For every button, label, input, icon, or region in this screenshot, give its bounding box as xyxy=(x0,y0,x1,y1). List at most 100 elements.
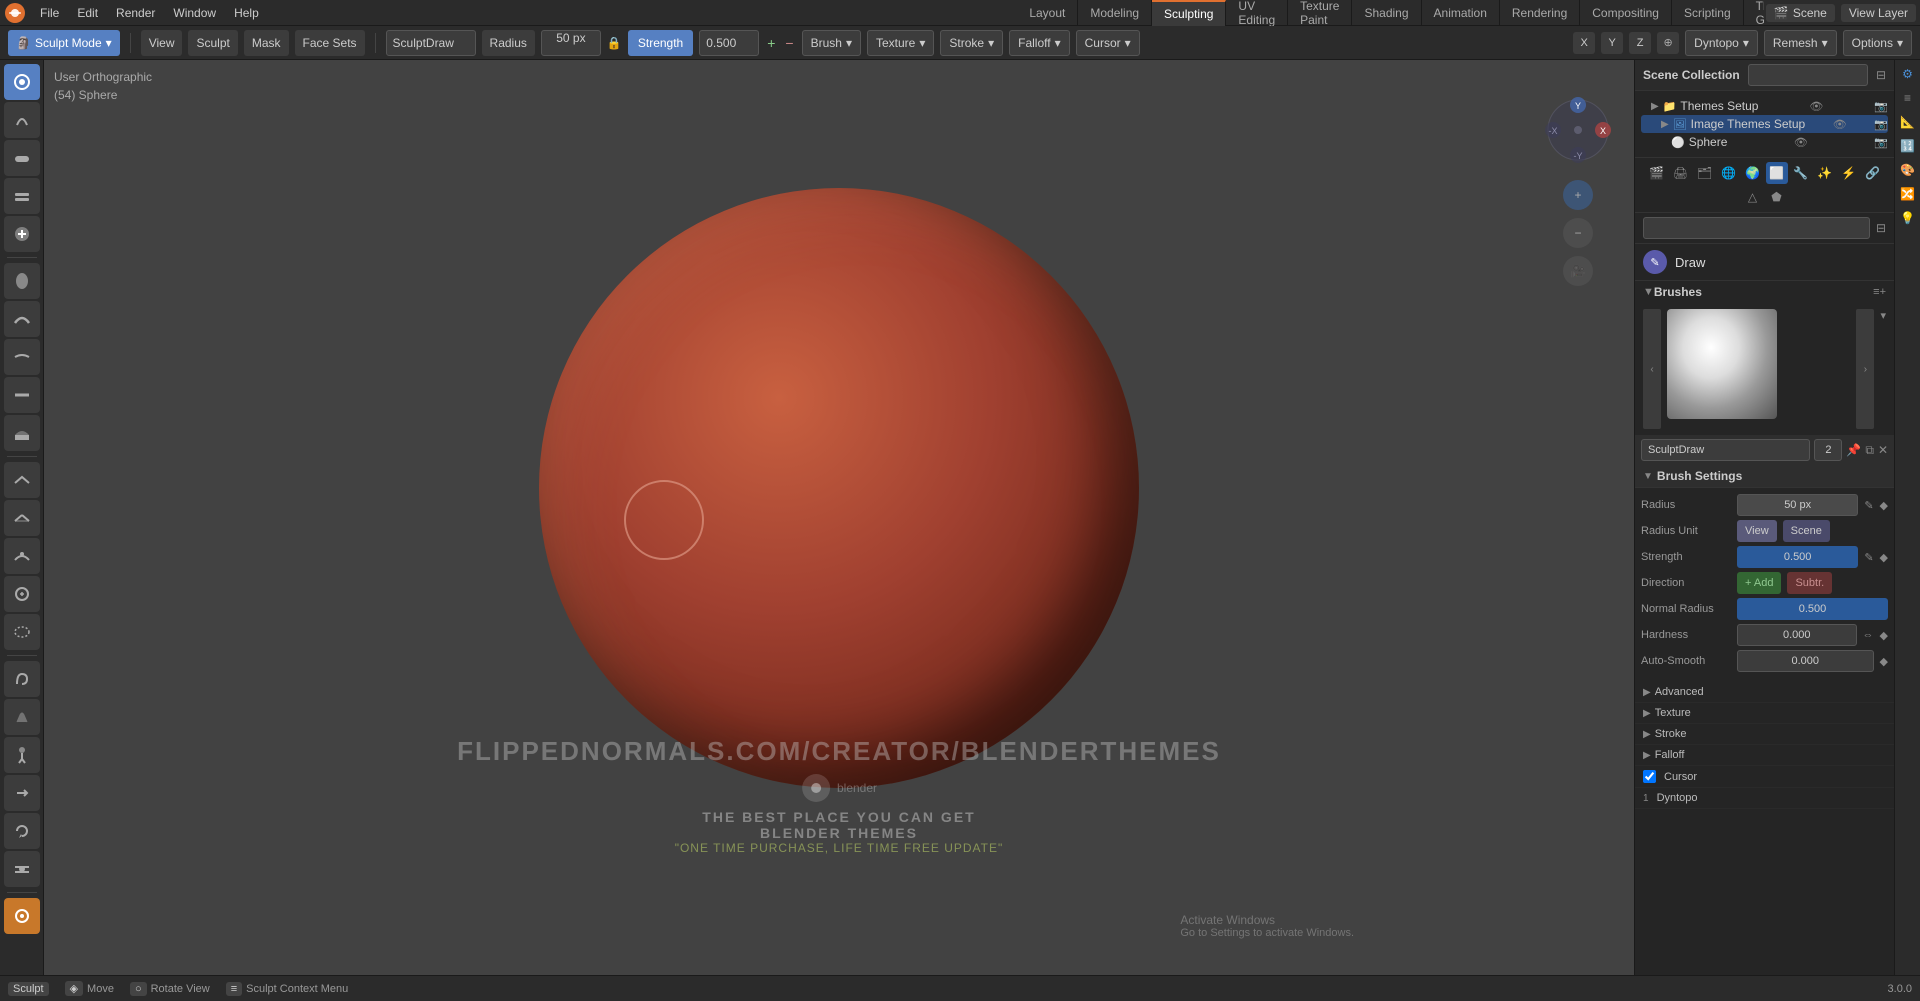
brush-pin-icon[interactable]: 📌 xyxy=(1846,443,1861,457)
render-props-icon[interactable]: 🎬 xyxy=(1646,162,1668,184)
direction-add-button[interactable]: + Add xyxy=(1737,572,1781,594)
hardness-value[interactable]: 0.000 xyxy=(1737,624,1857,646)
brushes-add-icon[interactable]: + xyxy=(1880,286,1886,298)
brushes-section-header[interactable]: ▼ Brushes ≡ + xyxy=(1635,281,1894,303)
texture-dropdown[interactable]: Texture ▾ xyxy=(867,30,934,56)
mode-selector[interactable]: 🗿 Sculpt Mode ▾ xyxy=(8,30,120,56)
hardness-keyframe-icon[interactable]: ◆ xyxy=(1880,629,1888,642)
strength-value[interactable]: 0.500 xyxy=(699,30,759,56)
view-button[interactable]: View xyxy=(141,30,183,56)
camera-icon-3[interactable]: 📷 xyxy=(1874,136,1888,149)
inflate-tool[interactable] xyxy=(4,216,40,252)
scene-tree-item-sphere[interactable]: ⚪ Sphere 👁 📷 xyxy=(1641,133,1888,151)
properties-icon-5[interactable]: 🎨 xyxy=(1898,160,1918,180)
properties-icon-7[interactable]: 💡 xyxy=(1898,208,1918,228)
crease-tool[interactable] xyxy=(4,301,40,337)
pinch-tool[interactable] xyxy=(4,538,40,574)
brush-copy-icon[interactable]: ⧉ xyxy=(1865,443,1874,458)
tab-shading[interactable]: Shading xyxy=(1352,0,1421,26)
strength-sub-icon[interactable]: − xyxy=(783,35,795,51)
menu-file[interactable]: File xyxy=(32,4,67,22)
stroke-section[interactable]: ▶ Stroke xyxy=(1635,724,1894,745)
modifier-props-icon[interactable]: 🔧 xyxy=(1790,162,1812,184)
tab-rendering[interactable]: Rendering xyxy=(1500,0,1580,26)
menu-window[interactable]: Window xyxy=(165,4,224,22)
properties-icon-2[interactable]: ≡ xyxy=(1898,88,1918,108)
properties-icon-3[interactable]: 📐 xyxy=(1898,112,1918,132)
hardness-flip-icon[interactable]: ⇔ xyxy=(1863,629,1874,641)
blob-tool[interactable] xyxy=(4,263,40,299)
camera-view-button[interactable]: 🎥 xyxy=(1563,256,1593,286)
brush-dropdown[interactable]: Brush ▾ xyxy=(802,30,861,56)
multiplane-scrape-tool[interactable] xyxy=(4,500,40,536)
brush-next-button[interactable]: › xyxy=(1856,309,1874,429)
properties-icon-6[interactable]: 🔀 xyxy=(1898,184,1918,204)
auto-smooth-value[interactable]: 0.000 xyxy=(1737,650,1874,672)
radius-edit-icon[interactable]: ✎ xyxy=(1864,499,1873,512)
world-props-icon[interactable]: 🌍 xyxy=(1742,162,1764,184)
tab-animation[interactable]: Animation xyxy=(1422,0,1500,26)
properties-icon-4[interactable]: 🔢 xyxy=(1898,136,1918,156)
physics-props-icon[interactable]: ⚡ xyxy=(1838,162,1860,184)
tab-compositing[interactable]: Compositing xyxy=(1580,0,1672,26)
brush-delete-icon[interactable]: ✕ xyxy=(1878,443,1888,457)
stroke-dropdown[interactable]: Stroke ▾ xyxy=(940,30,1003,56)
thumb-tool[interactable] xyxy=(4,699,40,735)
brush-settings-section[interactable]: ▼ Brush Settings xyxy=(1635,465,1894,488)
zoom-in-button[interactable]: + xyxy=(1563,180,1593,210)
draw-tool[interactable] xyxy=(4,64,40,100)
zoom-out-button[interactable]: − xyxy=(1563,218,1593,248)
outliner-search-input[interactable] xyxy=(1748,64,1868,86)
radius-unit-scene-button[interactable]: Scene xyxy=(1783,520,1830,542)
radius-label-button[interactable]: Radius xyxy=(482,30,535,56)
nudge-tool[interactable] xyxy=(4,775,40,811)
axis-z-btn[interactable]: Z xyxy=(1629,32,1651,54)
object-props-icon[interactable]: ⬜ xyxy=(1766,162,1788,184)
material-props-icon[interactable]: ⬟ xyxy=(1766,186,1788,208)
axis-y-btn[interactable]: Y xyxy=(1601,32,1623,54)
scene-selector[interactable]: 🎬 Scene xyxy=(1766,4,1835,22)
pose-tool[interactable] xyxy=(4,737,40,773)
brush-name-input[interactable] xyxy=(386,30,476,56)
falloff-dropdown[interactable]: Falloff ▾ xyxy=(1009,30,1070,56)
scrape-tool[interactable] xyxy=(4,462,40,498)
clay-tool[interactable] xyxy=(4,140,40,176)
advanced-section[interactable]: ▶ Advanced xyxy=(1635,682,1894,703)
falloff-section[interactable]: ▶ Falloff xyxy=(1635,745,1894,766)
direction-sub-button[interactable]: Subtr. xyxy=(1787,572,1832,594)
smooth-tool[interactable] xyxy=(4,339,40,375)
particles-props-icon[interactable]: ✨ xyxy=(1814,162,1836,184)
rotate-tool[interactable] xyxy=(4,813,40,849)
mask-button[interactable]: Mask xyxy=(244,30,289,56)
strength-label-button[interactable]: Strength xyxy=(628,30,693,56)
auto-smooth-keyframe-icon[interactable]: ◆ xyxy=(1880,655,1888,668)
eye-icon[interactable]: 👁 xyxy=(1809,100,1823,113)
radius-keyframe-icon[interactable]: ◆ xyxy=(1880,499,1888,512)
eye-icon-3[interactable]: 👁 xyxy=(1794,136,1808,149)
draw-sharp-tool[interactable] xyxy=(4,102,40,138)
texture-section[interactable]: ▶ Texture xyxy=(1635,703,1894,724)
normal-radius-value[interactable]: 0.500 xyxy=(1737,598,1888,620)
camera-icon-2[interactable]: 📷 xyxy=(1874,118,1888,131)
tab-sculpting[interactable]: Sculpting xyxy=(1152,0,1226,26)
tab-texture-paint[interactable]: Texture Paint xyxy=(1288,0,1352,26)
radius-unit-view-button[interactable]: View xyxy=(1737,520,1777,542)
sculpt-button[interactable]: Sculpt xyxy=(188,30,237,56)
elastic-deform-tool[interactable] xyxy=(4,614,40,650)
clay-strips-tool[interactable] xyxy=(4,178,40,214)
eye-icon-2[interactable]: 👁 xyxy=(1833,118,1847,131)
snake-hook-tool[interactable] xyxy=(4,661,40,697)
transform-toggle[interactable]: ⊕ xyxy=(1657,32,1679,54)
strength-edit-icon[interactable]: ✎ xyxy=(1864,551,1873,564)
dyntopo-section[interactable]: 1 Dyntopo xyxy=(1635,788,1894,809)
cursor-dropdown[interactable]: Cursor ▾ xyxy=(1076,30,1140,56)
radius-prop-value[interactable]: 50 px xyxy=(1737,494,1858,516)
tool-filter-icon[interactable]: ⊟ xyxy=(1876,221,1886,235)
tab-layout[interactable]: Layout xyxy=(1017,0,1078,26)
strength-prop-value[interactable]: 0.500 xyxy=(1737,546,1858,568)
radius-value[interactable]: 50 px xyxy=(541,30,601,56)
tab-uv-editing[interactable]: UV Editing xyxy=(1226,0,1288,26)
brush-name-field[interactable] xyxy=(1641,439,1810,461)
dyntopo-dropdown[interactable]: Dyntopo ▾ xyxy=(1685,30,1758,56)
boundary-tool[interactable] xyxy=(4,898,40,934)
